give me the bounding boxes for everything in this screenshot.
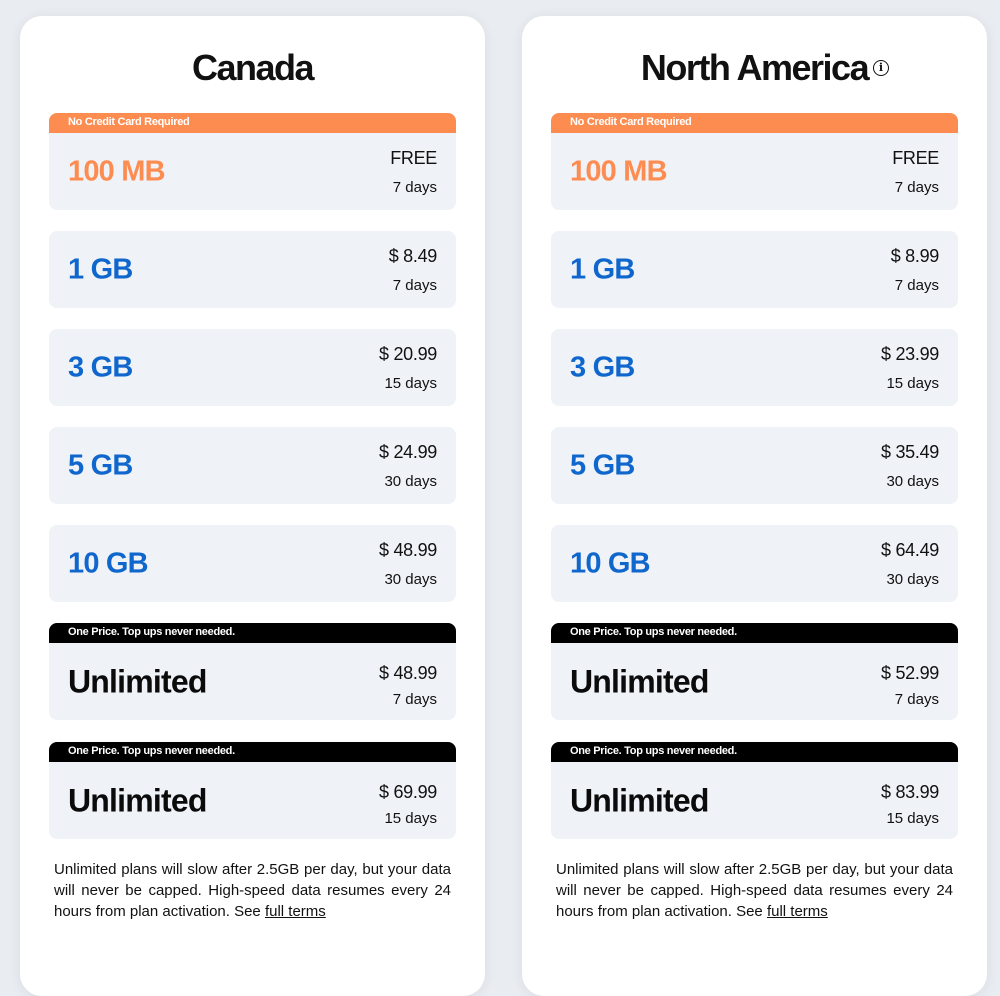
plan-card[interactable]: 5 GB $ 24.99 30 days — [49, 427, 456, 504]
plan-card[interactable]: 10 GB $ 48.99 30 days — [49, 525, 456, 602]
plan-size: 3 GB — [68, 351, 133, 383]
plan-price: $ 35.49 — [881, 442, 939, 462]
plan-duration: 15 days — [886, 375, 939, 392]
plan-banner: No Credit Card Required — [551, 113, 958, 133]
region-title: Canada — [191, 47, 315, 88]
plan-duration: 7 days — [894, 179, 939, 196]
plan-duration: 7 days — [894, 691, 939, 708]
plan-size: 10 GB — [570, 547, 651, 579]
plan-banner: One Price. Top ups never needed. — [551, 742, 958, 762]
plan-price: $ 23.99 — [881, 344, 939, 364]
plan-card[interactable]: 1 GB $ 8.99 7 days — [551, 231, 958, 308]
plan-duration: 7 days — [894, 277, 939, 294]
plan-card[interactable]: One Price. Top ups never needed. Unlimit… — [551, 742, 958, 839]
plan-price: $ 69.99 — [379, 782, 437, 802]
plan-duration: 7 days — [392, 277, 437, 294]
region-title: North America — [640, 47, 870, 88]
plan-price: FREE — [892, 148, 939, 168]
plan-duration: 30 days — [384, 571, 437, 588]
plan-body: 5 GB $ 24.99 30 days — [49, 427, 456, 504]
plan-duration: 30 days — [384, 473, 437, 490]
plan-price: $ 48.99 — [379, 540, 437, 560]
plan-size: Unlimited — [68, 663, 207, 699]
plan-price: $ 52.99 — [881, 663, 939, 683]
plan-card[interactable]: One Price. Top ups never needed. Unlimit… — [49, 742, 456, 839]
full-terms-link[interactable]: full terms — [767, 903, 828, 920]
region-card-canada: Canada No Credit Card Required 100 MB FR… — [20, 16, 485, 996]
plan-body: 3 GB $ 20.99 15 days — [49, 329, 456, 406]
plan-card[interactable]: 1 GB $ 8.49 7 days — [49, 231, 456, 308]
plan-duration: 15 days — [384, 375, 437, 392]
plan-body: 3 GB $ 23.99 15 days — [551, 329, 958, 406]
plan-size: 1 GB — [570, 253, 635, 285]
footnote-text: Unlimited plans will slow after 2.5GB pe… — [556, 861, 953, 920]
plan-banner: No Credit Card Required — [49, 113, 456, 133]
plan-body: 100 MB FREE 7 days — [551, 133, 958, 210]
plan-size: 100 MB — [570, 155, 668, 187]
unlimited-footnote: Unlimited plans will slow after 2.5GB pe… — [54, 859, 451, 922]
plan-body: Unlimited $ 69.99 15 days — [49, 762, 456, 839]
plan-body: 10 GB $ 48.99 30 days — [49, 525, 456, 602]
plan-duration: 30 days — [886, 571, 939, 588]
plan-price: $ 20.99 — [379, 344, 437, 364]
plan-card[interactable]: 5 GB $ 35.49 30 days — [551, 427, 958, 504]
plan-card[interactable]: 3 GB $ 20.99 15 days — [49, 329, 456, 406]
plan-duration: 7 days — [392, 691, 437, 708]
info-icon[interactable]: i — [873, 60, 889, 76]
plan-card[interactable]: One Price. Top ups never needed. Unlimit… — [49, 623, 456, 720]
plan-price: $ 48.99 — [379, 663, 437, 683]
plan-body: 5 GB $ 35.49 30 days — [551, 427, 958, 504]
unlimited-footnote: Unlimited plans will slow after 2.5GB pe… — [556, 859, 953, 922]
plan-size: 5 GB — [570, 449, 635, 481]
plan-size: 100 MB — [68, 155, 166, 187]
plan-body: 100 MB FREE 7 days — [49, 133, 456, 210]
plan-size: 5 GB — [68, 449, 133, 481]
plan-size: Unlimited — [570, 663, 709, 699]
region-card-north-america: North America i No Credit Card Required … — [522, 16, 987, 996]
plan-size: 1 GB — [68, 253, 133, 285]
plan-body: Unlimited $ 52.99 7 days — [551, 643, 958, 720]
plan-card[interactable]: No Credit Card Required 100 MB FREE 7 da… — [49, 113, 456, 210]
full-terms-link[interactable]: full terms — [265, 903, 326, 920]
plan-card[interactable]: 10 GB $ 64.49 30 days — [551, 525, 958, 602]
plan-card[interactable]: 3 GB $ 23.99 15 days — [551, 329, 958, 406]
plan-price: $ 8.99 — [890, 246, 940, 266]
plan-price: FREE — [390, 148, 437, 168]
plan-card[interactable]: No Credit Card Required 100 MB FREE 7 da… — [551, 113, 958, 210]
plan-body: Unlimited $ 48.99 7 days — [49, 643, 456, 720]
plan-duration: 15 days — [384, 810, 437, 827]
plan-duration: 7 days — [392, 179, 437, 196]
plan-price: $ 24.99 — [379, 442, 437, 462]
plan-body: 10 GB $ 64.49 30 days — [551, 525, 958, 602]
plan-size: 10 GB — [68, 547, 149, 579]
footnote-text: Unlimited plans will slow after 2.5GB pe… — [54, 861, 451, 920]
plan-body: 1 GB $ 8.99 7 days — [551, 231, 958, 308]
plan-size: Unlimited — [68, 782, 207, 818]
plan-duration: 15 days — [886, 810, 939, 827]
plan-banner: One Price. Top ups never needed. — [49, 623, 456, 643]
plan-price: $ 8.49 — [388, 246, 438, 266]
plan-banner: One Price. Top ups never needed. — [551, 623, 958, 643]
plan-banner: One Price. Top ups never needed. — [49, 742, 456, 762]
plan-size: Unlimited — [570, 782, 709, 818]
plan-body: Unlimited $ 83.99 15 days — [551, 762, 958, 839]
plan-duration: 30 days — [886, 473, 939, 490]
plan-card[interactable]: One Price. Top ups never needed. Unlimit… — [551, 623, 958, 720]
plan-price: $ 83.99 — [881, 782, 939, 802]
plan-size: 3 GB — [570, 351, 635, 383]
plan-price: $ 64.49 — [881, 540, 939, 560]
plan-body: 1 GB $ 8.49 7 days — [49, 231, 456, 308]
